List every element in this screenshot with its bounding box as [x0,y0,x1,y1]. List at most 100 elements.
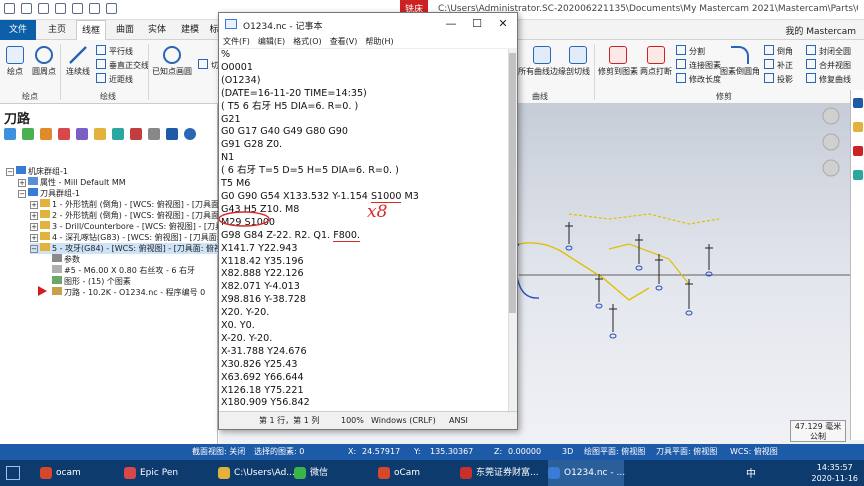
two-point-break-button[interactable]: 两点打断 [640,46,672,77]
parallel-line-button[interactable]: 平行线 [96,45,133,57]
perpendicular-line-button[interactable]: 垂直正交线 [96,59,149,71]
tree-operation-4[interactable]: +4 - 深孔啄钻(G83) - [WCS: 俯视图] - [刀具面: 俯视 [30,232,238,243]
tree-machine-group[interactable]: − 机床群组-1 [6,166,68,177]
save-as-icon[interactable] [55,3,66,14]
notepad-window[interactable]: O1234.nc - 记事本 — ☐ ✕ 文件(F) 编辑(E) 格式(O) 查… [218,12,518,430]
x-coordinate: 24.57917 [362,447,401,456]
point-button[interactable]: 绘点 [6,46,24,77]
taskbar-item-notepad[interactable]: O1234.nc - ... [548,460,625,486]
circle-center-button[interactable]: 圆周点 [32,46,56,77]
redo-icon[interactable] [106,3,117,14]
maximize-button[interactable]: ☐ [465,16,489,32]
offset-button[interactable]: 补正 [764,59,793,71]
new-file-icon[interactable] [4,3,15,14]
tab-surfaces[interactable]: 曲面 [110,20,140,40]
circle-icon [163,46,181,64]
save-icon[interactable] [38,3,49,14]
ribbon-separator [594,44,595,100]
help-icon[interactable] [184,128,196,140]
select-all-icon[interactable] [4,128,16,140]
print-icon[interactable] [72,3,83,14]
tree-geometry[interactable]: 图形 - (15) 个图素 [52,276,131,287]
menu-file[interactable]: 文件(F) [223,35,250,48]
repair-curve-button[interactable]: 修复曲线 [806,73,851,85]
taskbar-item-wechat[interactable]: 微信 [294,460,328,486]
close-arcs-button[interactable]: 封闭全圆 [806,45,851,57]
undo-icon[interactable] [89,3,100,14]
menu-format[interactable]: 格式(O) [293,35,322,48]
notepad-titlebar[interactable]: O1234.nc - 记事本 — ☐ ✕ [219,13,517,35]
tree-toolpath-file[interactable]: 刀路 - 10.2K - O1234.nc - 程序编号 0 [52,287,205,298]
tool-plane[interactable]: 刀具平面: 俯视图 [656,444,717,460]
my-mastercam-link[interactable]: 我的 Mastercam [785,24,856,37]
close-button[interactable]: ✕ [491,16,515,32]
tree-tool[interactable]: #5 - M6.00 X 0.80 右丝攻 - 6 右牙 [52,265,195,276]
scrollbar-thumb[interactable] [509,53,516,313]
cursor-position: 第 1 行，第 1 列 [259,416,320,425]
open-file-icon[interactable] [21,3,32,14]
simulate-icon[interactable] [112,128,124,140]
project-button[interactable]: 投影 [764,73,793,85]
insert-arrow-icon[interactable] [38,286,47,296]
regenerate-dirty-icon[interactable] [58,128,70,140]
merge-view-button[interactable]: 合并视图 [806,59,851,71]
section-view-status[interactable]: 截面视图: 关闭 [192,444,245,460]
tab-solids[interactable]: 实体 [142,20,172,40]
minimize-button[interactable]: — [439,16,463,32]
tree-parameters[interactable]: 参数 [52,254,80,265]
circle-annotation [219,211,270,227]
encoding: ANSI [449,416,468,425]
post-selected-icon[interactable] [130,128,142,140]
chamfer-button[interactable]: 倒角 [764,45,793,57]
toggle-display-icon[interactable] [166,128,178,140]
tangent-arc-button[interactable]: 切 [198,59,219,71]
tab-file[interactable]: 文件 [0,20,36,40]
tree-operation-3[interactable]: +3 - Drill/Counterbore - [WCS: 俯视图] - [刀… [30,221,244,232]
tree-properties[interactable]: + 属性 - Mill Default MM [18,177,126,188]
tab-model-prep[interactable]: 建模 [175,20,205,40]
taskbar-item-securities[interactable]: 东莞证券财富... [460,460,539,486]
all-curve-edges-button[interactable]: 所有曲线边缘 [518,46,566,77]
construction-plane[interactable]: 绘图平面: 俯视图 [584,444,645,460]
split-button[interactable]: 分割 [676,45,705,57]
tree-toolpath-group[interactable]: − 刀具群组-1 [18,188,80,199]
zoom-icon[interactable] [853,170,863,180]
modify-length-button[interactable]: 修改长度 [676,73,721,85]
wcs-status[interactable]: WCS: 俯视图 [730,444,778,460]
trim-icon [609,46,627,64]
select-failed-icon[interactable] [22,128,34,140]
taskbar-item-ocam-2[interactable]: oCam [378,460,420,486]
tree-operation-1[interactable]: +1 - 外形铣削 (倒角) - [WCS: 俯视图] - [刀具面: 俯 [30,199,232,210]
scale-indicator: 47.129 毫米 公制 [790,420,846,442]
closest-line-button[interactable]: 近距线 [96,73,133,85]
verify-icon[interactable] [94,128,106,140]
mastercam-statusbar: 截面视图: 关闭 选择的图素: 0 X: 24.57917 Y: 135.303… [0,444,864,460]
entity-fillet-button[interactable]: 图素倒圆角 [720,46,760,77]
taskbar-item-epic-pen[interactable]: Epic Pen [124,460,178,486]
trim-to-entity-button[interactable]: 修剪到图素 [598,46,638,77]
backplot-icon[interactable] [76,128,88,140]
notepad-menubar: 文件(F) 编辑(E) 格式(O) 查看(V) 帮助(H) [219,35,517,49]
ime-indicator[interactable]: 中 [746,465,756,480]
menu-edit[interactable]: 编辑(E) [258,35,285,48]
mode-3d-toggle[interactable]: 3D [562,444,573,460]
taskbar-item-ocam[interactable]: ocam [40,460,81,486]
regenerate-icon[interactable] [40,128,52,140]
menu-help[interactable]: 帮助(H) [365,35,393,48]
taskbar-item-explorer[interactable]: C:\Users\Ad... [218,460,295,486]
tab-wireframe[interactable]: 线框 [76,20,106,40]
menu-view[interactable]: 查看(V) [330,35,358,48]
tree-operation-2[interactable]: +2 - 外形铣削 (倒角) - [WCS: 俯视图] - [刀具面: 俯 [30,210,232,221]
shading-icon[interactable] [853,122,863,132]
tab-home[interactable]: 主页 [42,20,72,40]
tree-operation-5[interactable]: −5 - 攻牙(G84) - [WCS: 俯视图] - [刀具面: 俯视图] [30,243,234,254]
system-clock[interactable]: 14:35:57 2020-11-16 [812,462,859,484]
task-view-icon[interactable] [6,466,20,480]
view-cube-icon[interactable] [853,98,863,108]
level-icon[interactable] [853,146,863,156]
cut-line-button[interactable]: 剖切线 [566,46,590,77]
circle-center-point-button[interactable]: 已知点画圆 [152,46,192,77]
connect-entity-button[interactable]: 连接图素 [676,59,721,71]
line-endpoints-button[interactable]: 连续线 [66,46,90,77]
lock-icon[interactable] [148,128,160,140]
